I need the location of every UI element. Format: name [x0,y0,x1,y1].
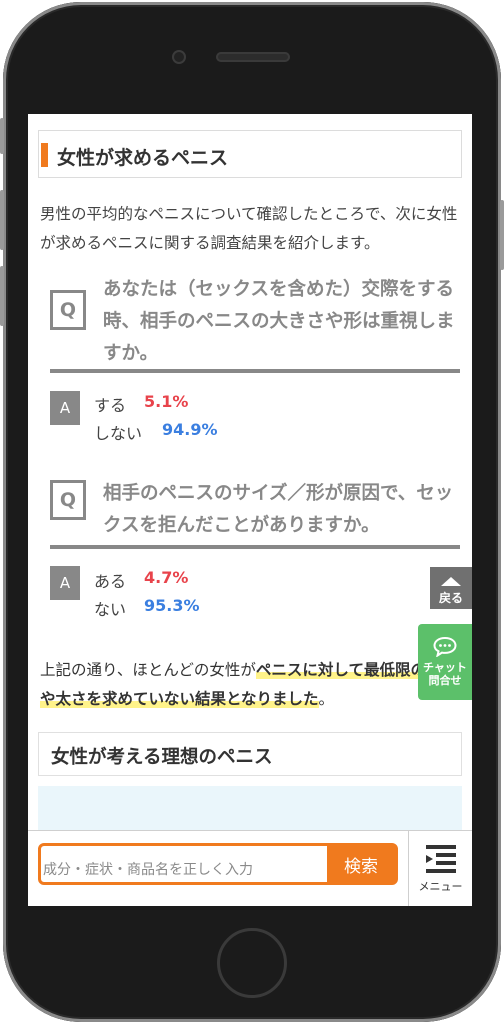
section-heading: 女性が求めるペニス [38,130,462,178]
answer-row: ない 95.3% [94,596,200,620]
arrow-up-icon [441,577,461,586]
answer-value: 94.9% [162,420,218,439]
question-divider [50,369,460,373]
back-to-top-button[interactable]: 戻る [430,567,472,609]
summary-text: 上記の通り、ほとんどの女性が [40,661,256,679]
bottom-search-bar: 検索 メニュー [28,830,472,906]
answer-value: 4.7% [144,568,189,587]
mute-switch [0,118,4,154]
answer-label: しない [94,424,143,443]
answer-icon: A [50,566,80,600]
section-heading-2-text: 女性が考える理想のペニス [51,747,273,768]
answer-row: する 5.1% [94,392,188,416]
intro-paragraph: 男性の平均的なペニスについて確認したところで、次に女性が求めるペニスに関する調査… [40,205,458,252]
chat-inquiry-button[interactable]: チャット 問合せ [418,624,472,700]
chat-bubble-icon [433,637,457,657]
menu-label: メニュー [418,880,463,893]
search-button[interactable]: 検索 [327,846,395,882]
question-icon: Q [50,480,86,520]
search-input[interactable] [41,846,327,882]
answer-value: 95.3% [144,596,200,615]
answer-icon: A [50,391,80,425]
answer-label: ある [94,572,127,591]
search-box: 検索 [38,843,398,885]
question-text: あなたは（セックスを含めた）交際をする時、相手のペニスの大きさや形は重視しますか… [103,279,455,364]
section-heading-text: 女性が求めるペニス [57,147,229,169]
menu-button[interactable]: メニュー [409,831,472,906]
menu-icon [425,845,456,873]
chat-label-2: 問合せ [428,674,462,687]
phone-frame: 女性が求めるペニス 男性の平均的なペニスについて確認したところで、次に女性が求め… [0,0,504,1024]
answer-row: しない 94.9% [94,420,218,444]
summary-text-end: 。 [318,690,335,708]
volume-up-button [0,190,4,250]
volume-down-button [0,266,4,326]
back-to-top-label: 戻る [438,591,463,605]
answer-value: 5.1% [144,392,189,411]
power-button [500,200,504,270]
section-heading-2: 女性が考える理想のペニス [38,732,462,776]
home-button[interactable] [217,928,287,998]
chat-label-1: チャット [423,661,467,674]
answer-label: ない [94,600,127,619]
heading-accent-bar [41,143,48,167]
summary-paragraph: 上記の通り、ほとんどの女性がペニスに対して最低限の長さや太さを求めていない結果と… [40,656,462,714]
earpiece-speaker [216,52,290,62]
screen: 女性が求めるペニス 男性の平均的なペニスについて確認したところで、次に女性が求め… [28,114,472,906]
question-text: 相手のペニスのサイズ／形が原因で、セックスを拒んだことがありますか。 [103,483,454,536]
answer-row: ある 4.7% [94,568,188,592]
question-divider [50,545,460,549]
front-camera [172,50,186,64]
question-icon: Q [50,290,86,330]
answer-label: する [94,396,127,415]
